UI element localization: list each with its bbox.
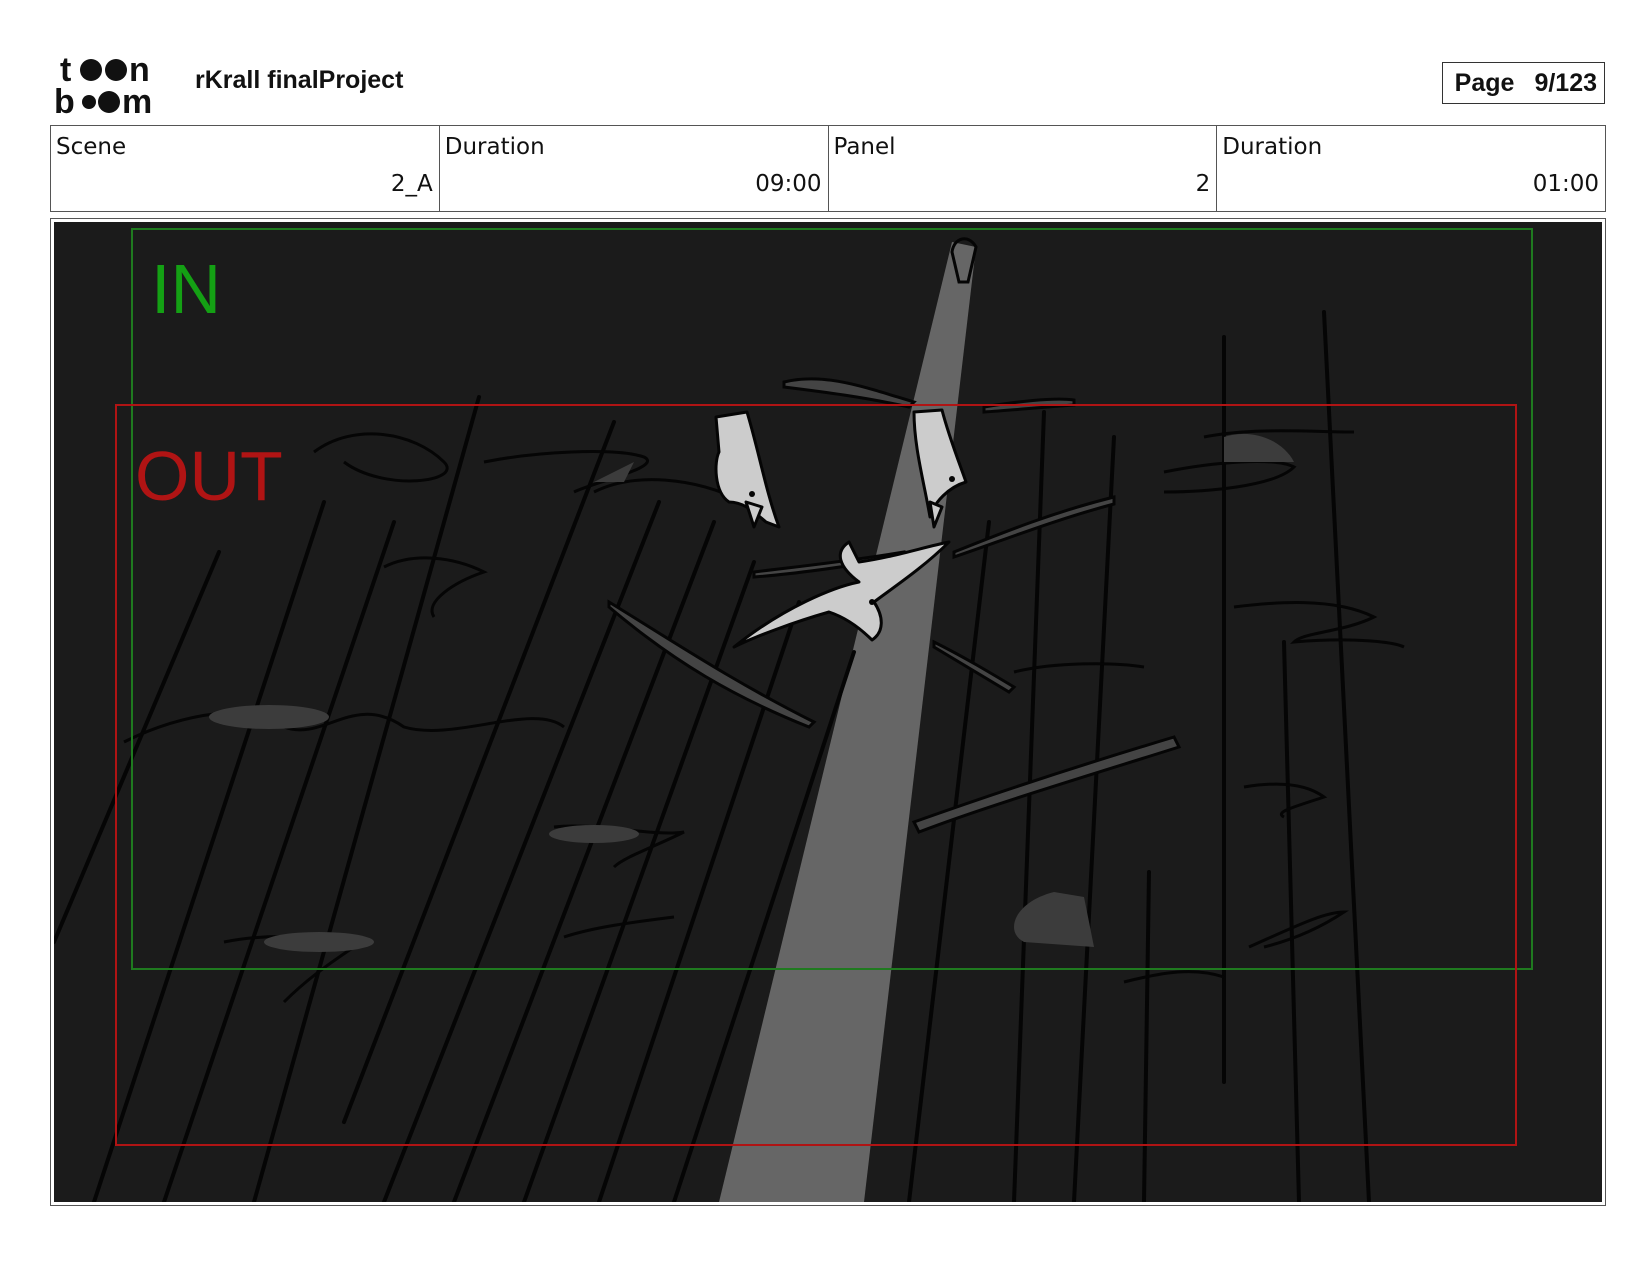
page-number: 9/123 bbox=[1534, 68, 1597, 97]
scene-duration-value: 09:00 bbox=[755, 171, 822, 197]
panel-label: Panel bbox=[833, 134, 896, 160]
panel-cell: Panel 2 bbox=[827, 126, 1217, 211]
panel-drawing bbox=[54, 222, 1602, 1202]
storyboard-panel: IN OUT bbox=[50, 218, 1606, 1206]
page-indicator: Page 9/123 bbox=[1442, 62, 1605, 104]
toon-boom-logo: t n b m bbox=[54, 51, 152, 118]
svg-text:m: m bbox=[122, 83, 152, 118]
scene-info-table: Scene 2_A Duration 09:00 Panel 2 Duratio… bbox=[50, 125, 1606, 212]
scene-value: 2_A bbox=[390, 171, 433, 197]
in-frame-label: IN bbox=[151, 250, 221, 328]
svg-text:b: b bbox=[54, 83, 75, 118]
scene-label: Scene bbox=[56, 134, 127, 160]
out-frame-label: OUT bbox=[135, 437, 283, 515]
scene-duration-label: Duration bbox=[444, 134, 545, 160]
project-title: rKrall finalProject bbox=[195, 66, 404, 94]
panel-duration-label: Duration bbox=[1222, 134, 1323, 160]
scene-duration-cell: Duration 09:00 bbox=[438, 126, 828, 211]
panel-duration-cell: Duration 01:00 bbox=[1216, 126, 1605, 211]
panel-duration-value: 01:00 bbox=[1532, 171, 1599, 197]
scene-cell: Scene 2_A bbox=[51, 126, 439, 211]
page-label: Page bbox=[1454, 68, 1515, 97]
panel-value: 2 bbox=[1195, 171, 1211, 197]
